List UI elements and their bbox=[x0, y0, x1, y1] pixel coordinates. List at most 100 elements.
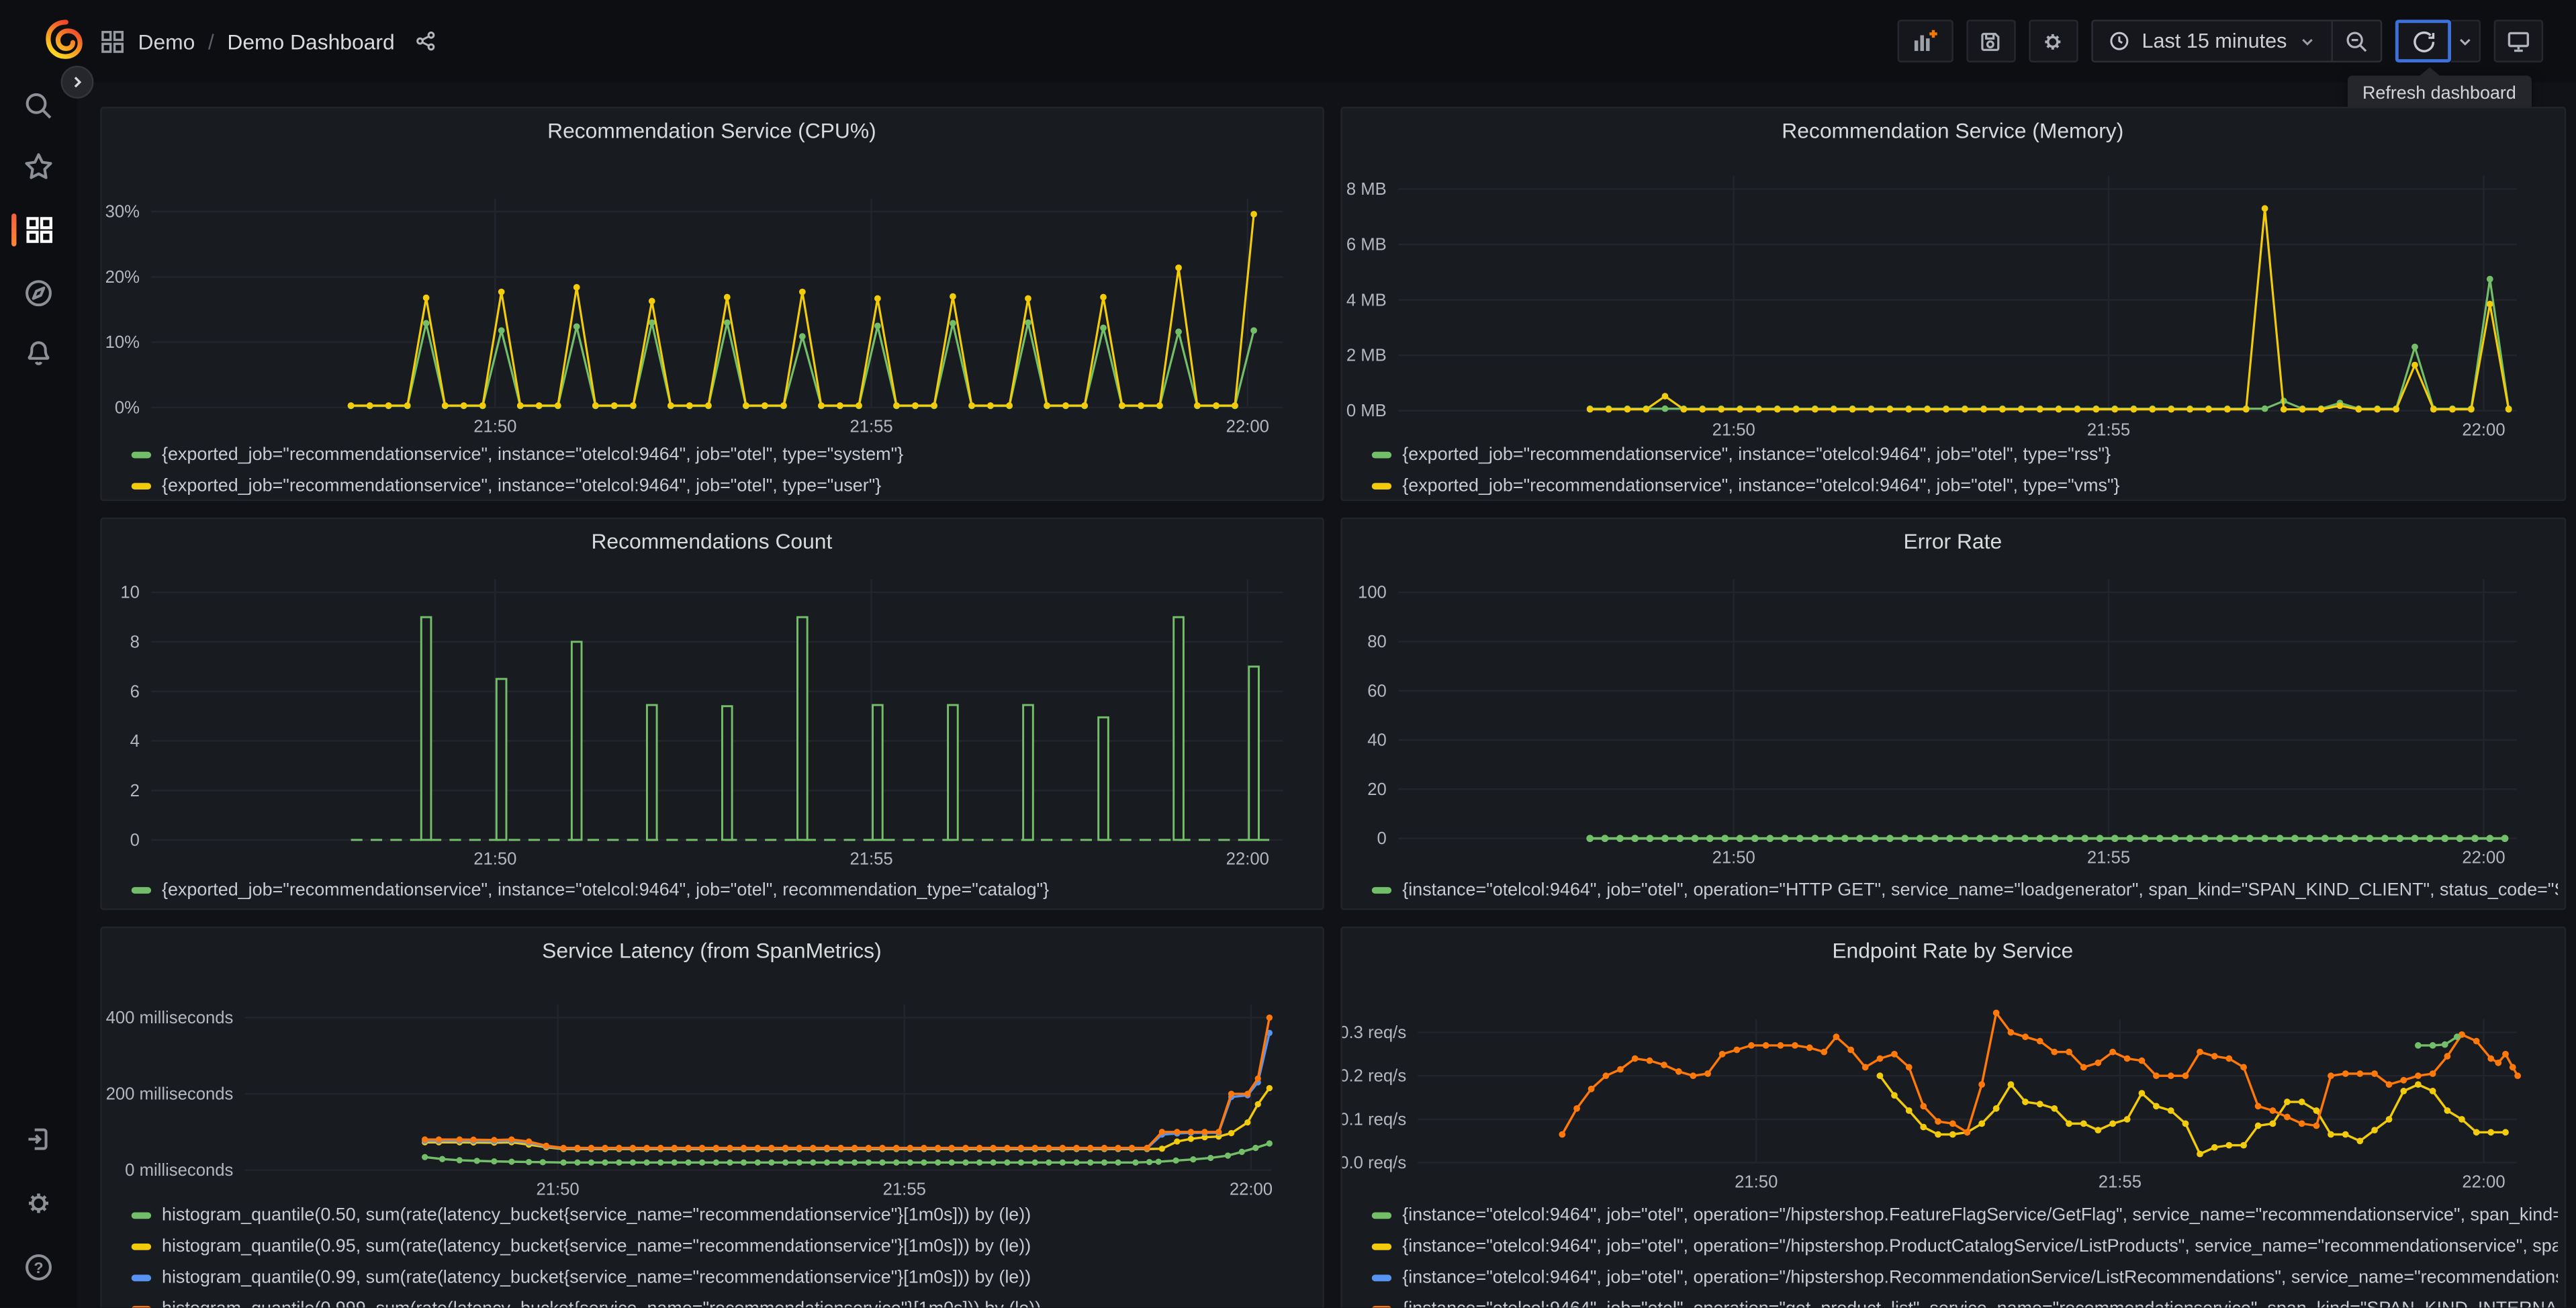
svg-text:0%: 0% bbox=[114, 399, 139, 418]
svg-text:6 MB: 6 MB bbox=[1346, 236, 1386, 255]
panel-recommendations-count: Recommendations Count 0 2 4 6 8 10 21:50 21:55 22… bbox=[99, 516, 1324, 910]
svg-text:0.0 req/s: 0.0 req/s bbox=[1342, 1154, 1406, 1172]
chart-canvas-error-rate: 0 20 40 60 80 100 21:50 21:55 22:00 bbox=[1357, 578, 2516, 867]
legend-swatch bbox=[1371, 1212, 1391, 1219]
svg-text:2: 2 bbox=[129, 781, 138, 800]
legend-label: {exported_job="recommendationservice", i… bbox=[161, 880, 1050, 901]
panel-cpu: Recommendation Service (CPU%) 0% 10% 20% 30%… bbox=[99, 107, 1324, 502]
legend-item[interactable]: {exported_job="recommendationservice", i… bbox=[101, 439, 1316, 470]
svg-text:21:55: 21:55 bbox=[849, 418, 892, 437]
legend-item[interactable]: {exported_job="recommendationservice", i… bbox=[101, 471, 1316, 502]
panel-legend: {exported_job="recommendationservice", i… bbox=[1342, 439, 2557, 502]
panel-legend: {instance="otelcol:9464", job="otel", op… bbox=[1342, 1200, 2557, 1308]
grafana-app: Demo / Demo Dashboard Last 15 minutes Re… bbox=[0, 0, 2576, 1308]
svg-text:400 milliseconds: 400 milliseconds bbox=[105, 1009, 232, 1027]
svg-text:0 milliseconds: 0 milliseconds bbox=[124, 1161, 232, 1180]
svg-text:2 MB: 2 MB bbox=[1346, 347, 1386, 366]
svg-text:0: 0 bbox=[1377, 829, 1386, 847]
chart-canvas-recommendations-count: 0 2 4 6 8 10 21:50 21:55 22:00 bbox=[120, 578, 1283, 868]
legend-swatch bbox=[1371, 887, 1391, 894]
legend-item[interactable]: {exported_job="recommendationservice", i… bbox=[101, 875, 1316, 906]
svg-text:22:00: 22:00 bbox=[1225, 849, 1268, 868]
svg-text:0.1 req/s: 0.1 req/s bbox=[1342, 1111, 1406, 1129]
legend-swatch bbox=[1371, 1274, 1391, 1282]
svg-text:22:00: 22:00 bbox=[1229, 1180, 1272, 1199]
legend-item[interactable]: histogram_quantile(0.95, sum(rate(latenc… bbox=[101, 1231, 1316, 1262]
legend-label: histogram_quantile(0.99, sum(rate(latenc… bbox=[161, 1268, 1031, 1288]
svg-text:22:00: 22:00 bbox=[2461, 1172, 2504, 1191]
svg-text:21:50: 21:50 bbox=[1712, 848, 1755, 867]
svg-text:0.2 req/s: 0.2 req/s bbox=[1342, 1067, 1406, 1086]
svg-text:21:50: 21:50 bbox=[1712, 421, 1755, 440]
legend-item[interactable]: {instance="otelcol:9464", job="otel", op… bbox=[1342, 1231, 2557, 1262]
legend-swatch bbox=[130, 1212, 150, 1219]
legend-item[interactable]: {instance="otelcol:9464", job="otel", op… bbox=[1342, 1294, 2557, 1308]
svg-text:40: 40 bbox=[1367, 731, 1386, 749]
legend-label: histogram_quantile(0.95, sum(rate(latenc… bbox=[161, 1237, 1031, 1257]
legend-label: {exported_job="recommendationservice", i… bbox=[1402, 445, 2111, 465]
svg-text:21:50: 21:50 bbox=[473, 418, 516, 437]
svg-text:21:55: 21:55 bbox=[849, 849, 892, 868]
svg-text:22:00: 22:00 bbox=[1225, 418, 1268, 437]
legend-item[interactable]: {instance="otelcol:9464", job="otel", op… bbox=[1342, 875, 2557, 906]
legend-item[interactable]: {exported_job="recommendationservice", i… bbox=[1342, 471, 2557, 502]
svg-text:21:50: 21:50 bbox=[1734, 1172, 1777, 1191]
svg-text:4 MB: 4 MB bbox=[1346, 291, 1386, 310]
legend-label: histogram_quantile(0.999, sum(rate(laten… bbox=[162, 1299, 1041, 1308]
legend-label: histogram_quantile(0.50, sum(rate(latenc… bbox=[161, 1205, 1031, 1226]
legend-swatch bbox=[1371, 482, 1391, 489]
panel-error-rate: Error Rate 0 20 40 60 80 100 21:50 21:55 22:00 {in… bbox=[1340, 516, 2566, 910]
svg-text:0 MB: 0 MB bbox=[1346, 402, 1386, 421]
svg-text:22:00: 22:00 bbox=[2461, 421, 2504, 440]
legend-item[interactable]: histogram_quantile(0.999, sum(rate(laten… bbox=[101, 1294, 1316, 1308]
legend-swatch bbox=[130, 1243, 150, 1250]
panel-legend: {exported_job="recommendationservice", i… bbox=[101, 875, 1316, 906]
svg-text:200 milliseconds: 200 milliseconds bbox=[105, 1085, 232, 1104]
legend-label: {instance="otelcol:9464", job="otel", op… bbox=[1402, 880, 2557, 901]
svg-text:6: 6 bbox=[129, 682, 138, 700]
legend-label: {exported_job="recommendationservice", i… bbox=[161, 445, 904, 465]
svg-text:0.3 req/s: 0.3 req/s bbox=[1342, 1023, 1406, 1042]
svg-text:22:00: 22:00 bbox=[2461, 848, 2504, 867]
svg-text:21:50: 21:50 bbox=[535, 1180, 578, 1199]
dashboard-panel-grid: Recommendation Service (CPU%) 0% 10% 20% 30%… bbox=[0, 0, 2576, 1308]
panel-memory: Recommendation Service (Memory) 0 MB 2 MB 4… bbox=[1340, 107, 2566, 502]
svg-text:8: 8 bbox=[129, 633, 138, 651]
svg-text:21:55: 21:55 bbox=[2086, 848, 2129, 867]
svg-text:100: 100 bbox=[1357, 583, 1386, 602]
legend-item[interactable]: histogram_quantile(0.50, sum(rate(latenc… bbox=[101, 1200, 1316, 1231]
legend-label: {instance="otelcol:9464", job="otel", op… bbox=[1402, 1268, 2557, 1288]
svg-text:10: 10 bbox=[120, 583, 139, 602]
legend-swatch bbox=[130, 451, 150, 459]
svg-text:21:55: 21:55 bbox=[2086, 421, 2129, 440]
legend-label: {exported_job="recommendationservice", i… bbox=[161, 476, 882, 496]
svg-text:30%: 30% bbox=[104, 203, 138, 222]
legend-swatch bbox=[1371, 1243, 1391, 1250]
legend-item[interactable]: {instance="otelcol:9464", job="otel", op… bbox=[1342, 1262, 2557, 1293]
panel-legend: {exported_job="recommendationservice", i… bbox=[101, 439, 1316, 502]
legend-label: {instance="otelcol:9464", job="otel", op… bbox=[1402, 1299, 2557, 1308]
svg-text:80: 80 bbox=[1367, 632, 1386, 651]
svg-text:21:50: 21:50 bbox=[473, 849, 516, 868]
panel-latency: Service Latency (from SpanMetrics) 0 mill… bbox=[99, 926, 1324, 1308]
panel-legend: {instance="otelcol:9464", job="otel", op… bbox=[1342, 875, 2557, 906]
legend-label: {exported_job="recommendationservice", i… bbox=[1402, 476, 2120, 496]
legend-swatch bbox=[1371, 451, 1391, 459]
legend-item[interactable]: histogram_quantile(0.99, sum(rate(latenc… bbox=[101, 1262, 1316, 1293]
legend-swatch bbox=[130, 887, 150, 894]
svg-text:60: 60 bbox=[1367, 682, 1386, 700]
svg-text:21:55: 21:55 bbox=[882, 1180, 925, 1199]
legend-item[interactable]: {exported_job="recommendationservice", i… bbox=[1342, 439, 2557, 470]
panel-endpoint-rate: Endpoint Rate by Service 0.0 req/s 0.1 req… bbox=[1340, 926, 2566, 1308]
panel-legend: histogram_quantile(0.50, sum(rate(latenc… bbox=[101, 1200, 1316, 1308]
svg-text:8 MB: 8 MB bbox=[1346, 181, 1386, 199]
svg-text:21:55: 21:55 bbox=[2098, 1172, 2141, 1191]
svg-text:20: 20 bbox=[1367, 780, 1386, 798]
legend-swatch bbox=[130, 482, 150, 489]
svg-text:4: 4 bbox=[129, 731, 138, 750]
legend-item[interactable]: {instance="otelcol:9464", job="otel", op… bbox=[1342, 1200, 2557, 1231]
legend-label: {instance="otelcol:9464", job="otel", op… bbox=[1402, 1205, 2557, 1226]
legend-swatch bbox=[130, 1274, 150, 1282]
svg-text:0: 0 bbox=[129, 831, 138, 849]
svg-text:10%: 10% bbox=[104, 334, 138, 353]
